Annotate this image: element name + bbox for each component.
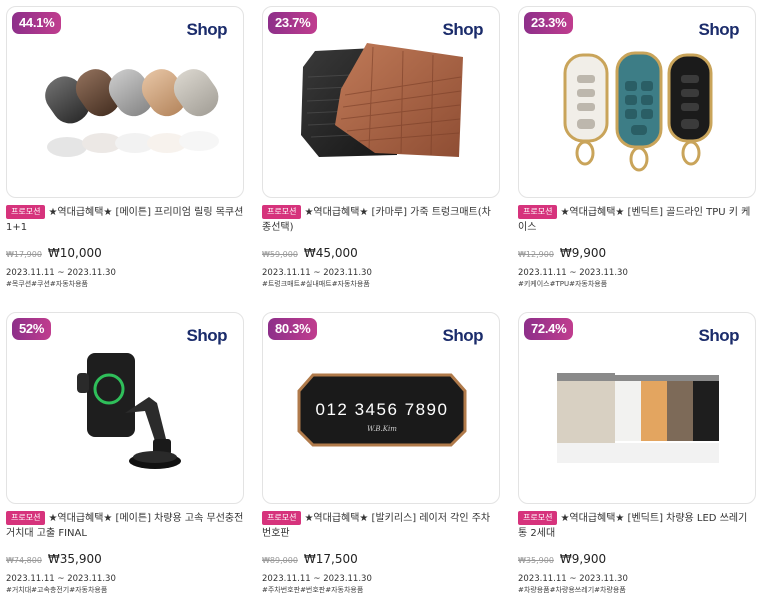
product-thumbnail[interactable]: 23.3% Shop — [518, 6, 756, 198]
original-price: ₩74,800 — [6, 556, 42, 565]
price-row: ₩89,000 ₩17,500 — [262, 548, 500, 566]
price-row: ₩74,800 ₩35,900 — [6, 548, 244, 566]
sale-price: ₩45,000 — [303, 246, 358, 260]
price-row: ₩17,900 ₩10,000 — [6, 242, 244, 260]
product-tags: #트렁크매트#실내매트#자동차용품 — [262, 280, 370, 288]
shop-logo: Shop — [186, 20, 228, 39]
product-thumbnail[interactable]: 44.1% Shop — [6, 6, 244, 198]
discount-badge: 23.7% — [268, 12, 318, 34]
promotion-badge: 프로모션 — [262, 205, 302, 219]
product-thumbnail[interactable]: 52% Shop — [6, 312, 244, 504]
discount-badge: 52% — [12, 318, 52, 340]
shop-logo: Shop — [442, 20, 484, 39]
product-thumbnail[interactable]: 23.7% Shop — [262, 6, 500, 198]
product-title[interactable]: 프로모션 ★역대급혜택★ [메이튼] 차량용 고속 무선충전 거치대 고출 FIN… — [6, 511, 244, 543]
original-price: ₩89,000 — [262, 556, 298, 565]
plate-signature: W.B.Kim — [367, 425, 397, 433]
product-title[interactable]: 프로모션 ★역대급혜택★ [카마루] 가죽 트렁크매트(차종선택) — [262, 205, 500, 237]
original-price: ₩12,900 — [518, 250, 554, 259]
sale-price: ₩35,900 — [47, 552, 102, 566]
product-title[interactable]: 프로모션 ★역대급혜택★ [발키리스] 레이저 각인 주차 번호판 — [262, 511, 500, 543]
product-card[interactable]: 012 3456 7890 W.B.Kim 80.3% Shop 프로모션 ★역대… — [262, 312, 500, 595]
original-price: ₩17,900 — [6, 250, 42, 259]
product-title[interactable]: 프로모션 ★역대급혜택★ [메이튼] 프리미엄 릴링 목쿠션 1+1 — [6, 205, 244, 237]
product-card[interactable]: 72.4% Shop 프로모션 ★역대급혜택★ [벤딕트] 차량용 LED 쓰레기… — [518, 312, 756, 595]
promotion-badge: 프로모션 — [6, 511, 46, 525]
promotion-dates: 2023.11.11 ~ 2023.11.30 — [262, 574, 372, 584]
product-title[interactable]: 프로모션 ★역대급혜택★ [벤딕트] 차량용 LED 쓰레기통 2세대 — [518, 511, 756, 543]
promotion-dates: 2023.11.11 ~ 2023.11.30 — [6, 268, 116, 278]
discount-badge: 44.1% — [12, 12, 62, 34]
price-row: ₩12,900 ₩9,900 — [518, 242, 756, 260]
discount-badge: 72.4% — [524, 318, 574, 340]
product-tags: #키케이스#TPU#자동차용품 — [518, 280, 608, 288]
price-row: ₩59,000 ₩45,000 — [262, 242, 500, 260]
product-tags: #거치대#고속충전기#자동차용품 — [6, 586, 108, 594]
product-tags: #목쿠션#쿠션#자동차용품 — [6, 280, 88, 288]
promotion-badge: 프로모션 — [518, 511, 558, 525]
promotion-dates: 2023.11.11 ~ 2023.11.30 — [518, 574, 628, 584]
product-card[interactable]: 52% Shop 프로모션 ★역대급혜택★ [메이튼] 차량용 고속 무선충전 거… — [6, 312, 244, 595]
promotion-badge: 프로모션 — [6, 205, 46, 219]
sale-price: ₩9,900 — [559, 246, 607, 260]
product-tags: #차량용품#차량용쓰레기#차량용품 — [518, 586, 626, 594]
discount-badge: 80.3% — [268, 318, 318, 340]
promotion-dates: 2023.11.11 ~ 2023.11.30 — [518, 268, 628, 278]
shop-logo: Shop — [186, 326, 228, 345]
original-price: ₩59,000 — [262, 250, 298, 259]
shop-logo: Shop — [698, 326, 740, 345]
shop-logo: Shop — [698, 20, 740, 39]
product-title[interactable]: 프로모션 ★역대급혜택★ [벤딕트] 골드라인 TPU 키 케이스 — [518, 205, 756, 237]
promotion-badge: 프로모션 — [518, 205, 558, 219]
promotion-dates: 2023.11.11 ~ 2023.11.30 — [262, 268, 372, 278]
product-thumbnail[interactable]: 72.4% Shop — [518, 312, 756, 504]
plate-number: 012 3456 7890 — [316, 400, 449, 419]
product-card[interactable]: 23.7% Shop 프로모션 ★역대급혜택★ [카마루] 가죽 트렁크매트(차종… — [262, 6, 500, 289]
discount-badge: 23.3% — [524, 12, 574, 34]
product-thumbnail[interactable]: 012 3456 7890 W.B.Kim 80.3% Shop — [262, 312, 500, 504]
promotion-dates: 2023.11.11 ~ 2023.11.30 — [6, 574, 116, 584]
price-row: ₩35,900 ₩9,900 — [518, 548, 756, 566]
product-tags: #주차번호판#번호판#자동차용품 — [262, 586, 364, 594]
sale-price: ₩9,900 — [559, 552, 607, 566]
product-card[interactable]: 23.3% Shop 프로모션 ★역대급혜택★ [벤딕트] 골드라인 TPU 키 … — [518, 6, 756, 289]
shop-logo: Shop — [442, 326, 484, 345]
product-card[interactable]: 44.1% Shop 프로모션 ★역대급혜택★ [메이튼] 프리미엄 릴링 목쿠션… — [6, 6, 244, 289]
sale-price: ₩10,000 — [47, 246, 102, 260]
original-price: ₩35,900 — [518, 556, 554, 565]
sale-price: ₩17,500 — [303, 552, 358, 566]
promotion-badge: 프로모션 — [262, 511, 302, 525]
